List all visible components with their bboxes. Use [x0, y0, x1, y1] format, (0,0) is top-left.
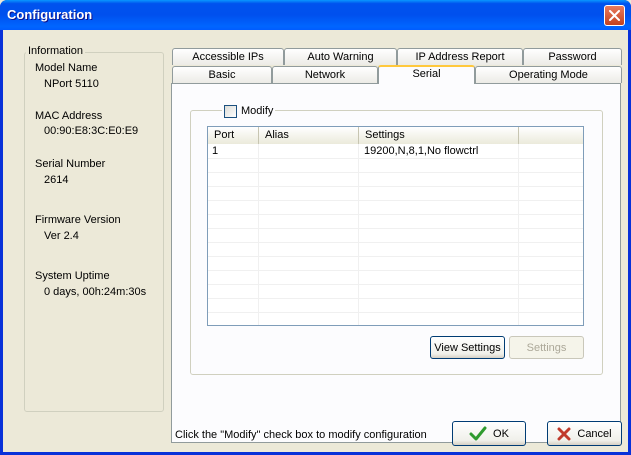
checkmark-icon — [469, 426, 487, 440]
grid-line — [208, 242, 583, 243]
port-cell: 1 — [212, 145, 219, 157]
cancel-x-icon — [557, 427, 571, 440]
settings-button[interactable]: Settings — [509, 336, 584, 359]
column-header-settings[interactable]: Settings — [359, 127, 519, 144]
tab-serial[interactable]: Serial — [378, 65, 475, 84]
grid-line — [208, 158, 583, 159]
firmware-version-label: Firmware Version — [35, 214, 121, 226]
tab-operating-mode[interactable]: Operating Mode — [475, 66, 622, 83]
cancel-label: Cancel — [577, 427, 612, 440]
ok-label: OK — [493, 427, 509, 440]
modify-label: Modify — [241, 105, 274, 117]
serial-number-label: Serial Number — [35, 158, 106, 170]
status-message: Click the "Modify" check box to modify c… — [175, 429, 427, 441]
tab-auto-warning[interactable]: Auto Warning — [284, 48, 397, 65]
mac-address-value: 00:90:E8:3C:E0:E9 — [44, 125, 139, 137]
firmware-version-value: Ver 2.4 — [44, 230, 79, 242]
column-header-extra[interactable] — [519, 127, 583, 144]
view-settings-button[interactable]: View Settings — [430, 336, 505, 359]
tab-ip-address-report[interactable]: IP Address Report — [397, 48, 523, 65]
grid-line — [208, 228, 583, 229]
information-legend: Information — [26, 45, 86, 57]
tab-network[interactable]: Network — [272, 66, 378, 83]
list-header: Port Alias Settings — [208, 127, 583, 144]
model-name-label: Model Name — [35, 62, 98, 74]
mac-address-label: MAC Address — [35, 110, 103, 122]
close-button[interactable] — [604, 5, 625, 26]
close-icon — [609, 10, 620, 21]
grid-line — [208, 172, 583, 173]
serial-ports-list[interactable]: Port Alias Settings 1 19200,N,8,1,No flo… — [207, 126, 584, 326]
grid-line — [208, 312, 583, 313]
configuration-window: Configuration Information Model Name NPo… — [0, 0, 631, 455]
grid-line — [208, 284, 583, 285]
grid-line — [208, 256, 583, 257]
tab-password[interactable]: Password — [523, 48, 622, 65]
system-uptime-label: System Uptime — [35, 270, 110, 282]
tab-accessible-ips[interactable]: Accessible IPs — [172, 48, 284, 65]
dialog-body: Information Model Name NPort 5110 MAC Ad… — [3, 30, 628, 452]
serial-number-value: 2614 — [44, 174, 69, 186]
grid-line — [208, 298, 583, 299]
title-bar[interactable]: Configuration — [0, 0, 631, 30]
grid-line — [208, 214, 583, 215]
tab-basic[interactable]: Basic — [172, 66, 272, 83]
grid-line — [208, 200, 583, 201]
column-header-port[interactable]: Port — [208, 127, 259, 144]
window-title: Configuration — [7, 7, 93, 22]
column-header-alias[interactable]: Alias — [259, 127, 359, 144]
ok-button[interactable]: OK — [452, 421, 526, 446]
settings-cell: 19200,N,8,1,No flowctrl — [364, 145, 479, 157]
grid-line — [208, 186, 583, 187]
modify-checkbox[interactable] — [224, 104, 237, 118]
table-row[interactable]: 1 19200,N,8,1,No flowctrl — [208, 144, 583, 158]
system-uptime-value: 0 days, 00h:24m:30s — [44, 286, 147, 298]
model-name-value: NPort 5110 — [44, 78, 99, 90]
modify-legend[interactable]: Modify — [222, 104, 276, 118]
grid-line — [208, 270, 583, 271]
cancel-button[interactable]: Cancel — [547, 421, 622, 446]
